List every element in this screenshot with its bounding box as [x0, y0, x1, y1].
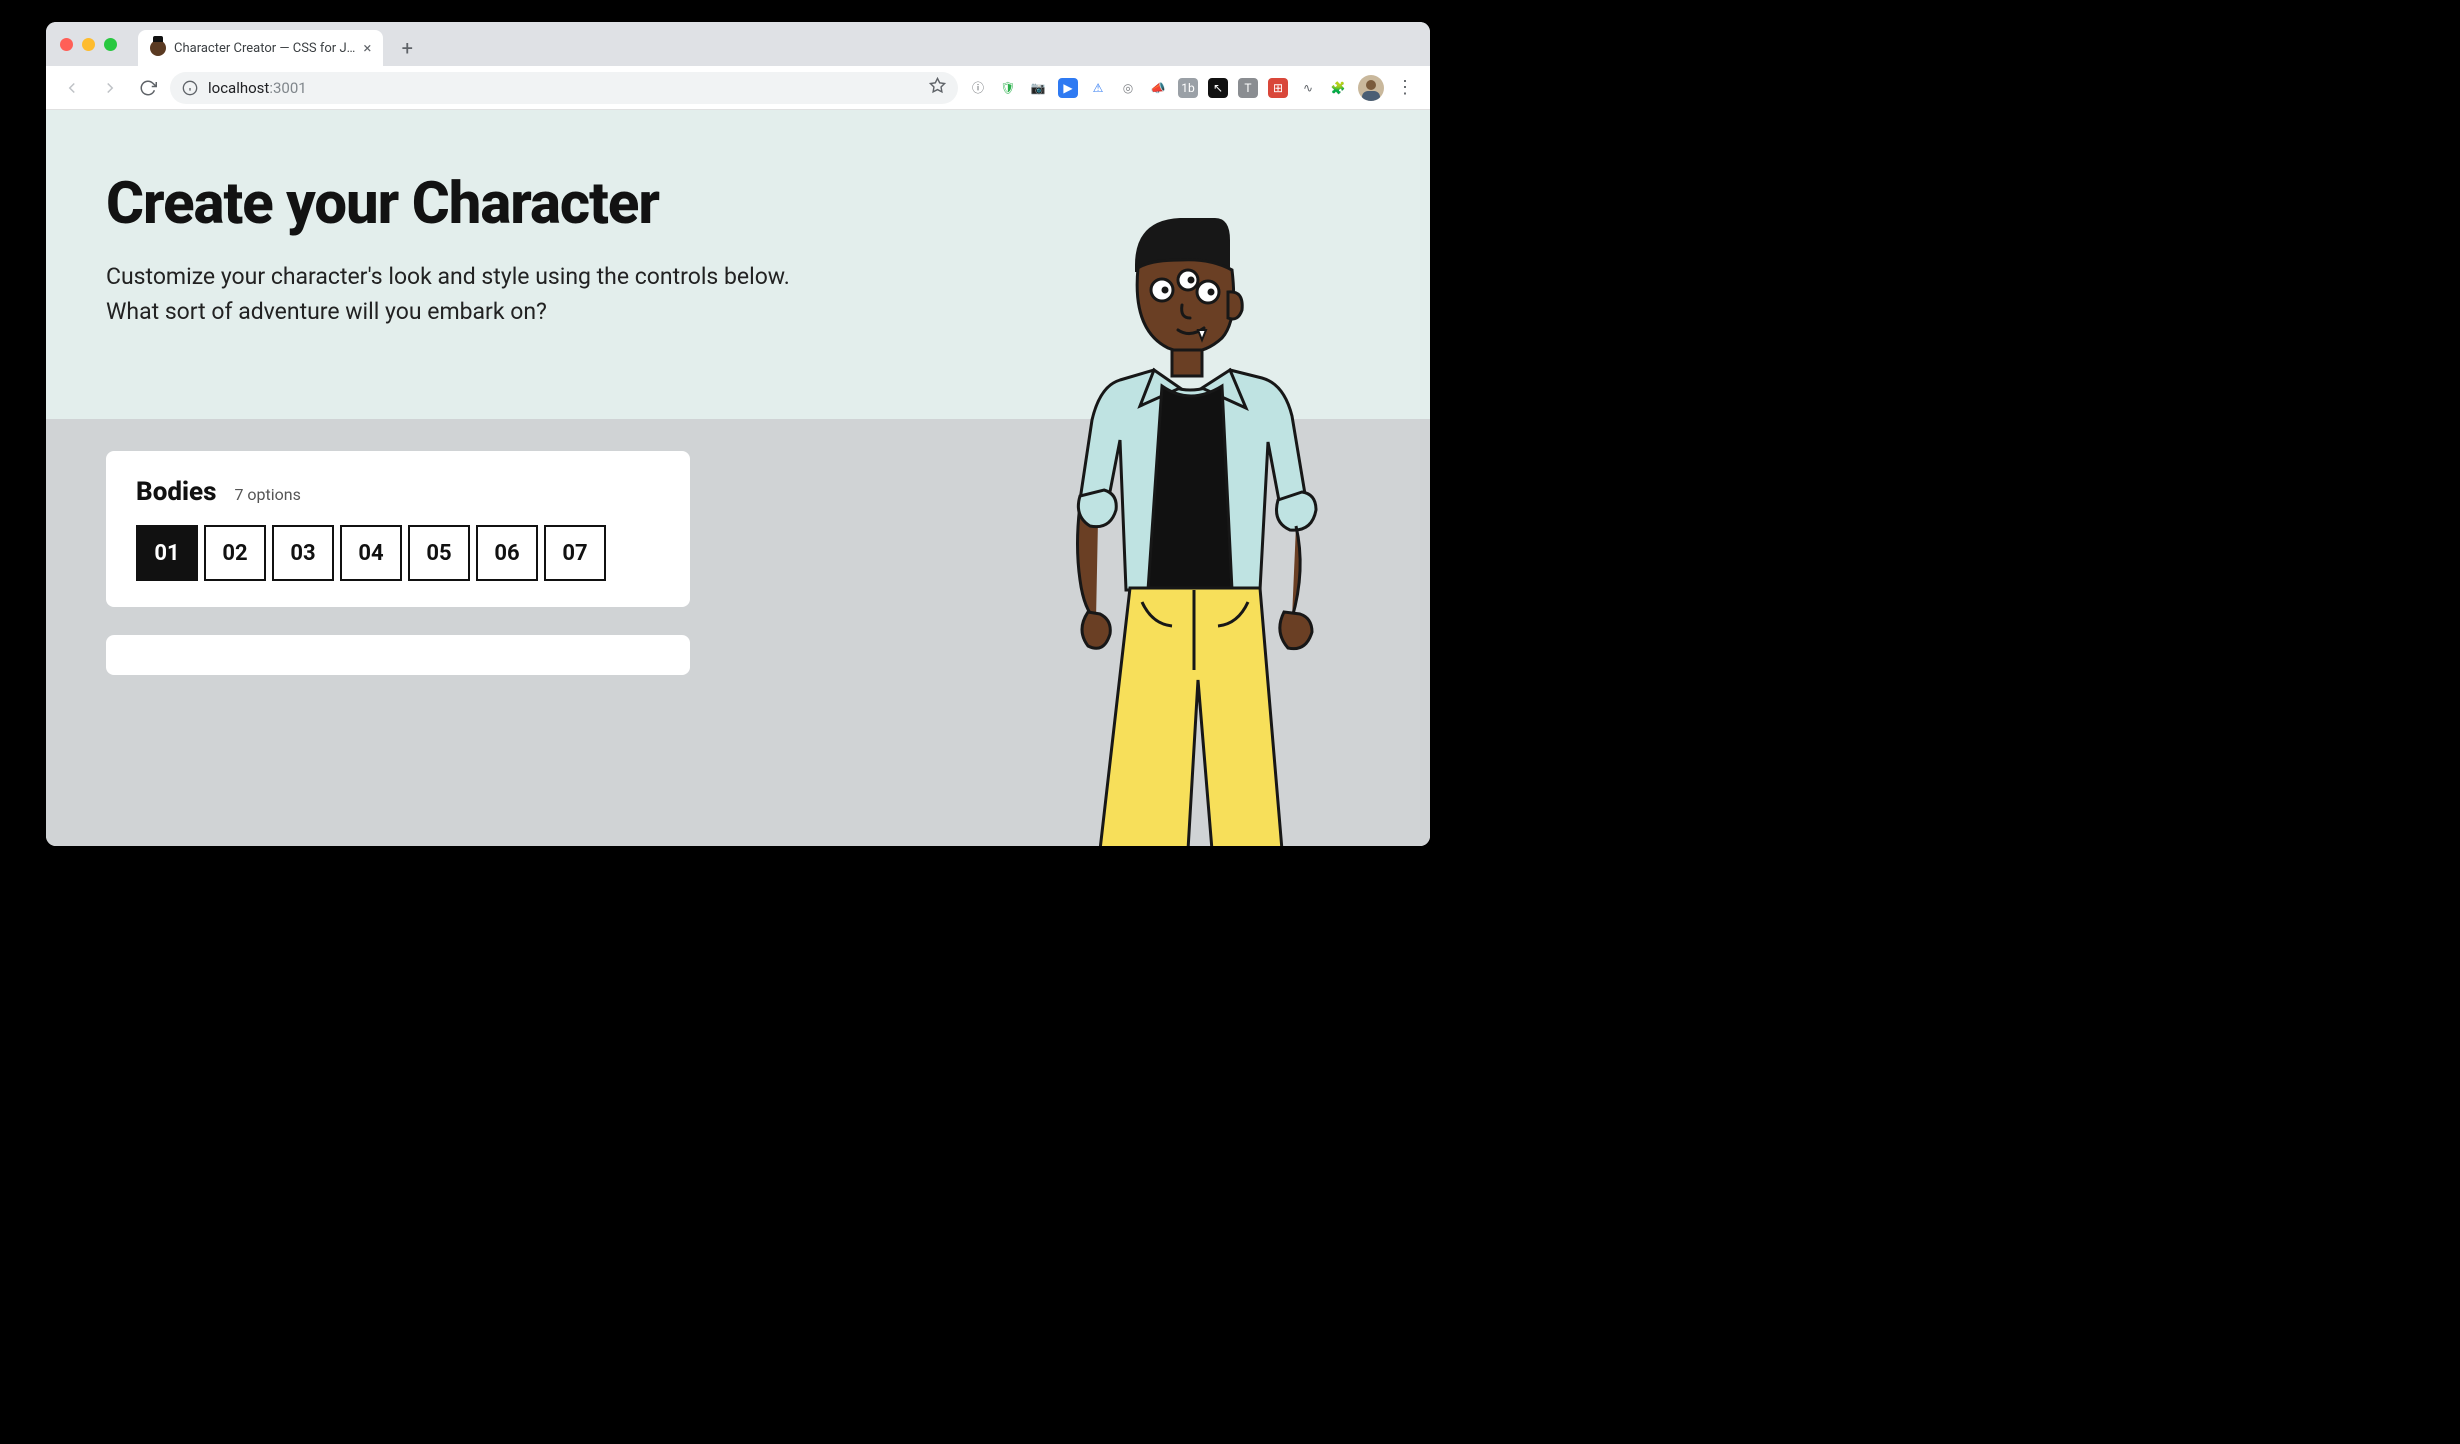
- camera-icon[interactable]: 📷: [1028, 78, 1048, 98]
- maximize-window-button[interactable]: [104, 38, 117, 51]
- body-option-07[interactable]: 07: [544, 525, 606, 581]
- body-option-05[interactable]: 05: [408, 525, 470, 581]
- cursor-icon[interactable]: ↖: [1208, 78, 1228, 98]
- tab-favicon: [150, 40, 166, 56]
- puzzle-icon[interactable]: 🧩: [1328, 78, 1348, 98]
- tab-title: Character Creator — CSS for J…: [174, 41, 355, 56]
- page-subtitle: Customize your character's look and styl…: [106, 260, 826, 329]
- bookmark-icon[interactable]: [929, 77, 946, 98]
- body-option-02[interactable]: 02: [204, 525, 266, 581]
- page-viewport: Create your Character Customize your cha…: [46, 110, 1430, 846]
- back-button[interactable]: [56, 72, 88, 104]
- reload-button[interactable]: [132, 72, 164, 104]
- extension-icons: ⓘ 🛡 📷 ▶ ⚠ ◎ 📣 1b ↖ T ⊞ ∿ 🧩: [964, 78, 1352, 98]
- site-info-icon[interactable]: [182, 80, 198, 96]
- profile-avatar[interactable]: [1358, 75, 1384, 101]
- address-bar[interactable]: localhost:3001: [170, 72, 958, 104]
- grid-icon[interactable]: ⊞: [1268, 78, 1288, 98]
- body-option-01[interactable]: 01: [136, 525, 198, 581]
- hero-section: Create your Character Customize your cha…: [46, 110, 1430, 419]
- controls-section: Bodies 7 options 01020304050607: [46, 419, 1430, 846]
- video-icon[interactable]: ▶: [1058, 78, 1078, 98]
- target-icon[interactable]: ◎: [1118, 78, 1138, 98]
- forward-button[interactable]: [94, 72, 126, 104]
- body-option-04[interactable]: 04: [340, 525, 402, 581]
- square-icon[interactable]: 1b: [1178, 78, 1198, 98]
- info-icon[interactable]: ⓘ: [968, 78, 988, 98]
- browser-toolbar: localhost:3001 ⓘ 🛡 📷 ▶ ⚠ ◎ 📣 1b ↖ T ⊞ ∿ 🧩 ⋮: [46, 66, 1430, 110]
- megaphone-icon[interactable]: 📣: [1148, 78, 1168, 98]
- browser-menu-icon[interactable]: ⋮: [1390, 77, 1420, 98]
- next-card-peek: [106, 635, 690, 675]
- section-title: Bodies: [136, 477, 216, 507]
- letter-icon[interactable]: T: [1238, 78, 1258, 98]
- bodies-card: Bodies 7 options 01020304050607: [106, 451, 690, 607]
- close-window-button[interactable]: [60, 38, 73, 51]
- browser-window: Character Creator — CSS for J… × + local…: [46, 22, 1430, 846]
- body-option-03[interactable]: 03: [272, 525, 334, 581]
- shield-icon[interactable]: 🛡: [998, 78, 1018, 98]
- browser-tab[interactable]: Character Creator — CSS for J… ×: [138, 30, 383, 66]
- webpage: Create your Character Customize your cha…: [46, 110, 1430, 846]
- wave-icon[interactable]: ∿: [1298, 78, 1318, 98]
- page-title: Create your Character: [106, 170, 1370, 238]
- new-tab-button[interactable]: +: [393, 34, 421, 62]
- body-option-06[interactable]: 06: [476, 525, 538, 581]
- warning-icon[interactable]: ⚠: [1088, 78, 1108, 98]
- tab-strip: Character Creator — CSS for J… × +: [46, 22, 1430, 66]
- minimize-window-button[interactable]: [82, 38, 95, 51]
- url-text: localhost:3001: [208, 79, 307, 97]
- option-row: 01020304050607: [136, 525, 660, 581]
- traffic-lights: [60, 38, 117, 51]
- tab-close-icon[interactable]: ×: [363, 41, 371, 56]
- section-count: 7 options: [234, 485, 300, 504]
